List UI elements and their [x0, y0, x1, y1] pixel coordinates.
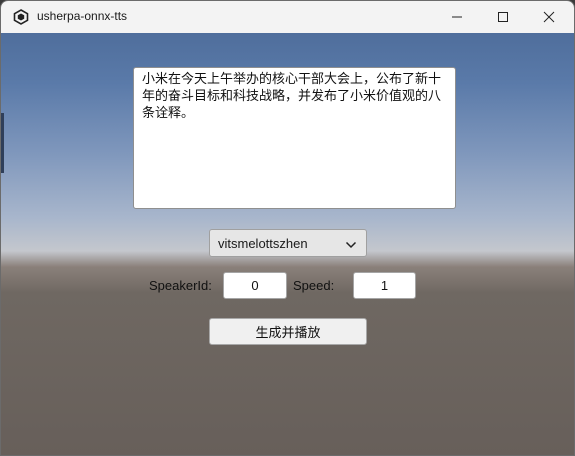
speed-label: Speed: — [293, 278, 335, 293]
window-title: usherpa-onnx-tts — [37, 9, 128, 23]
title-bar[interactable]: usherpa-onnx-tts — [1, 1, 574, 33]
app-window: usherpa-onnx-tts 小米在今天上午举办的核心干部大会上，公布了新十… — [0, 0, 575, 456]
chevron-down-icon — [345, 238, 357, 253]
generate-and-play-button[interactable]: 生成并播放 — [209, 318, 367, 345]
maximize-button[interactable] — [480, 1, 526, 33]
minimize-icon — [451, 8, 463, 27]
speaker-id-input[interactable]: 0 — [223, 272, 287, 299]
close-button[interactable] — [526, 1, 572, 33]
viewport-edge — [1, 113, 4, 173]
close-icon — [543, 8, 555, 27]
speaker-id-label: SpeakerId: — [149, 278, 212, 293]
unity-logo-icon — [13, 9, 29, 25]
model-dropdown-value: vitsmelottszhen — [218, 235, 308, 251]
model-dropdown[interactable]: vitsmelottszhen — [209, 229, 367, 257]
minimize-button[interactable] — [434, 1, 480, 33]
tts-text-input[interactable]: 小米在今天上午举办的核心干部大会上，公布了新十年的奋斗目标和科技战略，并发布了小… — [133, 67, 456, 209]
speed-input[interactable]: 1 — [353, 272, 416, 299]
maximize-icon — [497, 8, 509, 27]
